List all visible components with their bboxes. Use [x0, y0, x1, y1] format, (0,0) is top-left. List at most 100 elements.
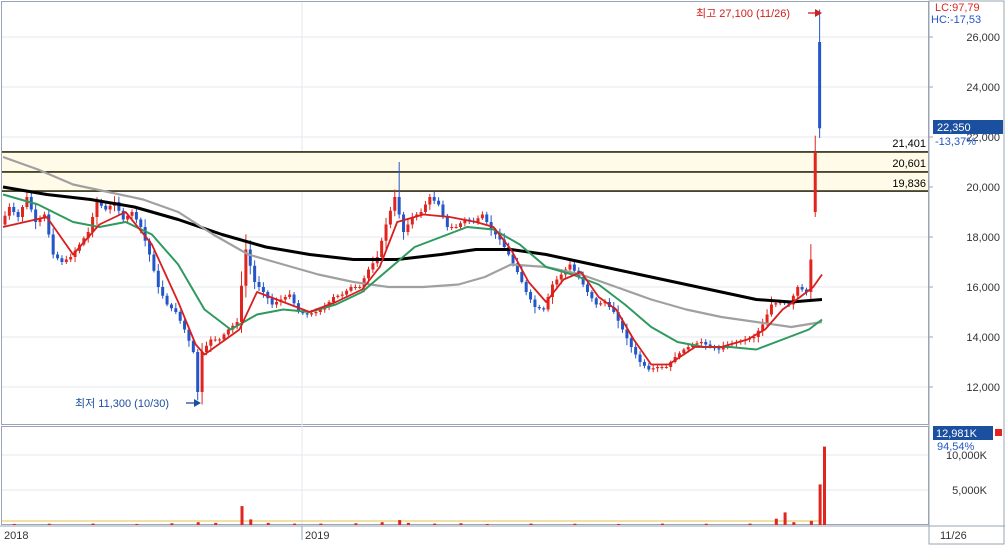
candle-body — [261, 287, 265, 292]
candle-body — [699, 342, 703, 344]
candle-body — [533, 299, 537, 307]
candle-body — [585, 284, 589, 292]
candle-body — [634, 347, 638, 355]
candle-body — [638, 354, 642, 362]
current-volume-change: 94,54% — [937, 441, 975, 453]
volume-bar — [809, 520, 813, 525]
candle-body — [152, 254, 156, 271]
price-tick-label: 20,000 — [966, 182, 1000, 194]
candle-body — [331, 297, 335, 302]
candle-body — [288, 294, 292, 297]
current-volume-value: 12,981K — [936, 428, 978, 440]
low-annotation-text: 최저 11,300 (10/30) — [75, 397, 169, 410]
candle-body — [283, 297, 287, 300]
level-label-2: 20,601 — [892, 158, 926, 170]
candle-body — [599, 303, 603, 305]
candle-body — [64, 259, 68, 262]
high-annotation-text: 최고 27,100 (11/26) — [696, 7, 790, 20]
candle-body — [270, 298, 274, 305]
candle-body — [292, 294, 296, 304]
candle-body — [336, 295, 340, 297]
volume-bar — [406, 522, 410, 525]
candle-body — [134, 212, 138, 220]
candle-body — [524, 282, 528, 292]
candle-body — [345, 290, 349, 295]
candle-body — [161, 287, 165, 296]
lc-indicator: LC:97,79 — [935, 2, 980, 14]
candle-body — [450, 227, 454, 228]
price-tick-label: 14,000 — [966, 332, 1000, 344]
candle-body — [156, 270, 160, 287]
candle-body — [353, 287, 357, 288]
candle-body — [647, 365, 651, 370]
candle-body — [796, 287, 800, 296]
candle-body — [226, 329, 230, 335]
candle-body — [660, 367, 664, 368]
candle-body — [813, 152, 817, 212]
candle-body — [656, 367, 660, 369]
candle-body — [367, 269, 371, 279]
volume-bar — [573, 523, 577, 525]
candle-body — [130, 212, 134, 216]
candle-body — [388, 210, 392, 225]
price-panel — [1, 1, 929, 425]
candle-body — [7, 207, 11, 216]
candle-body — [108, 205, 112, 210]
candle-body — [651, 368, 655, 370]
candle-body — [695, 343, 699, 345]
volume-bar — [704, 523, 708, 525]
candle-body — [642, 362, 646, 366]
candle-body — [340, 294, 344, 296]
candle-body — [572, 264, 576, 271]
volume-bar — [12, 523, 16, 525]
price-tick-label: 26,000 — [966, 32, 1000, 44]
candle-body — [310, 313, 314, 315]
hc-indicator: HC:-17,53 — [931, 14, 981, 26]
candle-body — [769, 304, 773, 315]
candle-body — [458, 223, 462, 227]
volume-bar — [266, 522, 270, 525]
candle-body — [275, 302, 279, 305]
level-label-3: 19,836 — [892, 178, 926, 190]
candle-body — [56, 254, 60, 259]
volume-bar — [249, 519, 253, 525]
volume-bar — [380, 522, 384, 525]
candle-body — [21, 207, 25, 217]
candle-body — [69, 257, 73, 260]
volume-bar — [91, 523, 95, 525]
candle-body — [257, 282, 261, 287]
volume-bar — [433, 523, 437, 525]
volume-bar — [240, 506, 244, 525]
volume-bar — [319, 523, 323, 525]
volume-bar — [818, 484, 822, 525]
candle-body — [432, 197, 436, 201]
volume-bar — [398, 520, 402, 525]
stock-chart: 26,000 24,000 22,000 20,000 18,000 16,000 14,0… — [0, 0, 1005, 545]
candle-body — [305, 313, 309, 315]
candle-body — [529, 292, 533, 300]
volume-bar — [748, 523, 752, 525]
volume-bar — [354, 523, 358, 525]
current-date-label: 11/26 — [940, 530, 967, 542]
candle-body — [397, 197, 401, 215]
candle-body — [16, 212, 20, 217]
volume-bar — [47, 523, 51, 525]
candle-body — [253, 265, 257, 282]
candle-body — [568, 264, 572, 270]
level-label-1: 21,401 — [892, 138, 926, 150]
candle-body — [704, 342, 708, 345]
x-tick-2019: 2019 — [305, 530, 329, 542]
candle-body — [358, 287, 362, 288]
candle-body — [12, 207, 16, 212]
candle-body — [537, 307, 541, 309]
price-tick-label: 18,000 — [966, 232, 1000, 244]
price-tick-label: 24,000 — [966, 82, 1000, 94]
volume-marker-icon — [995, 429, 1002, 436]
candle-body — [454, 227, 458, 228]
volume-bar — [617, 523, 621, 525]
volume-bar — [196, 522, 200, 525]
volume-bar — [214, 522, 218, 525]
price-tick-label: 16,000 — [966, 282, 1000, 294]
candle-body — [178, 312, 182, 321]
volume-bar — [135, 523, 139, 525]
